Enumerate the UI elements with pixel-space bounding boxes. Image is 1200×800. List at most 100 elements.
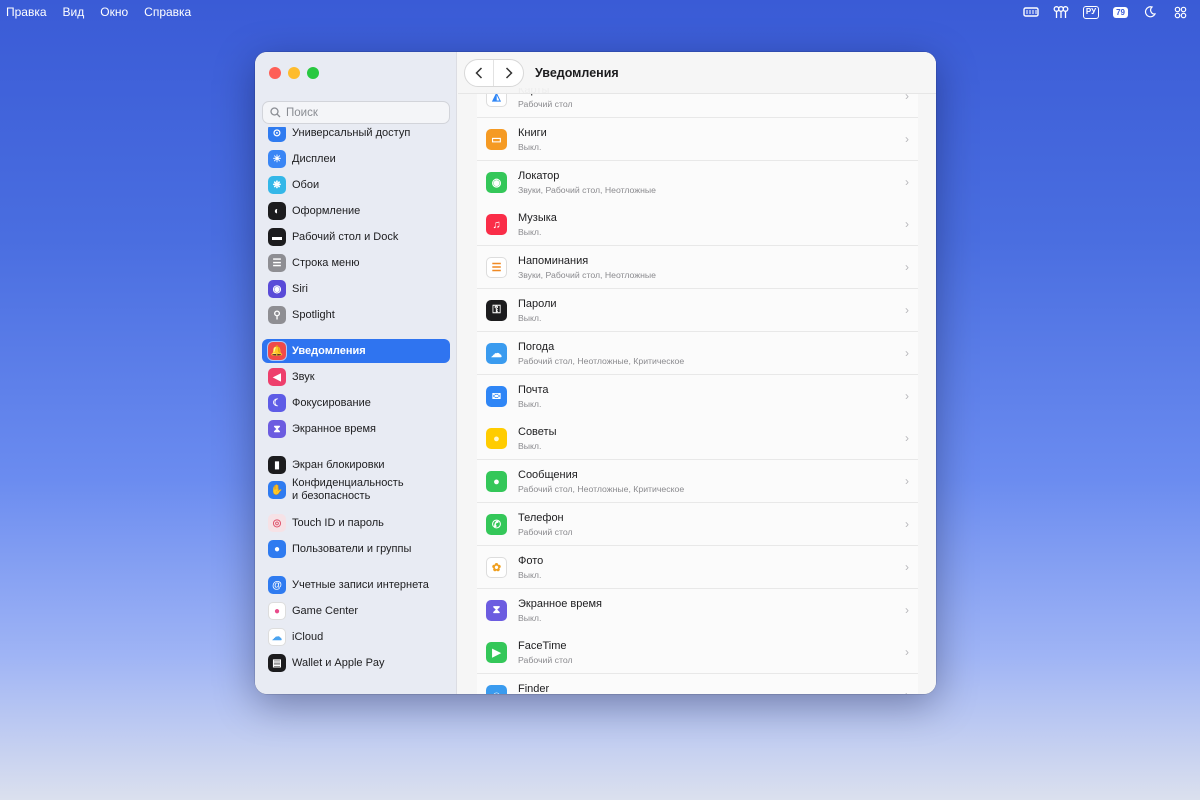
toolbar: Уведомления	[458, 52, 936, 94]
app-row[interactable]: ⧗ Экранное время Выкл. ›	[477, 588, 918, 632]
chevron-right-icon: ›	[905, 217, 909, 232]
chevron-right-icon: ›	[905, 474, 909, 489]
sidebar-search[interactable]	[262, 101, 450, 124]
hourglass-icon: ⧗	[268, 420, 286, 438]
sidebar-item-6[interactable]: ◉ Siri	[262, 277, 450, 301]
sidebar-item-label: Spotlight	[292, 309, 335, 321]
music-icon: ♫	[486, 214, 507, 236]
sidebar-item-label: Wallet и Apple Pay	[292, 657, 385, 669]
moon-icon: ☾	[268, 394, 286, 412]
app-notification-summary: Выкл.	[518, 441, 542, 452]
sidebar-item-7[interactable]: ⚲ Spotlight	[262, 303, 450, 327]
search-input[interactable]	[286, 106, 436, 119]
tips-icon: ●	[486, 428, 507, 450]
menu-window[interactable]: Окно	[100, 5, 128, 19]
control-center-icon[interactable]	[1172, 5, 1188, 19]
sidebar-item-16[interactable]: @ Учетные записи интернета	[262, 573, 450, 597]
app-name: Локатор	[518, 169, 560, 182]
chevron-right-icon: ›	[905, 388, 909, 403]
app-name: Сообщения	[518, 469, 578, 482]
app-name: Фото	[518, 554, 544, 567]
app-row[interactable]: ☺ Finder ›	[477, 674, 918, 694]
chevron-right-icon: ›	[905, 602, 909, 617]
messages-icon: ●	[486, 471, 507, 493]
sidebar-item-11[interactable]: ⧗ Экранное время	[262, 417, 450, 441]
app-name: Советы	[518, 426, 557, 439]
app-notification-summary: Выкл.	[518, 612, 542, 623]
input-language[interactable]: РУ	[1082, 5, 1100, 19]
sidebar-item-15[interactable]: ● Пользователи и группы	[262, 537, 450, 561]
forward-button[interactable]	[494, 60, 523, 86]
sidebar: ⊙ Универсальный доступ ☀ Дисплеи ❋ Обои ◐ Оформ…	[255, 52, 457, 694]
sidebar-item-14[interactable]: ◎ Touch ID и пароль	[262, 511, 450, 535]
sidebar-item-2[interactable]: ❋ Обои	[262, 173, 450, 197]
app-row[interactable]: ▶ FaceTime Рабочий стол ›	[477, 631, 918, 675]
sidebar-item-label: Строка меню	[292, 257, 360, 269]
battery-indicator[interactable]: 79	[1113, 6, 1128, 18]
focus-moon-icon[interactable]	[1142, 5, 1158, 19]
sidebar-item-label: Уведомления	[292, 345, 366, 357]
back-button[interactable]	[465, 59, 494, 86]
app-row[interactable]: ● Сообщения Рабочий стол, Неотложные, Крит…	[477, 460, 918, 504]
passwords-menu-icon[interactable]	[1053, 5, 1069, 19]
minimize-button[interactable]	[288, 67, 300, 79]
sidebar-item-19[interactable]: ▤ Wallet и Apple Pay	[262, 651, 450, 675]
chevron-right-icon: ›	[905, 174, 909, 189]
close-button[interactable]	[269, 67, 281, 79]
chevron-right-icon: ›	[905, 345, 909, 360]
sidebar-item-label: Дисплеи	[292, 153, 336, 165]
app-row[interactable]: ⚿ Пароли Выкл. ›	[477, 289, 918, 332]
wallpaper-icon: ❋	[268, 176, 286, 194]
wallet-icon: ▤	[268, 654, 286, 672]
chevron-right-icon	[505, 66, 513, 79]
sidebar-item-9[interactable]: ◀ Звук	[262, 365, 450, 389]
icloud-icon: ☁	[268, 628, 286, 646]
zoom-button[interactable]	[307, 67, 319, 79]
app-row[interactable]: ♫ Музыка Выкл. ›	[477, 203, 918, 247]
app-row[interactable]: ● Советы Выкл. ›	[477, 417, 918, 461]
chevron-right-icon: ›	[905, 645, 909, 660]
app-row[interactable]: ☁ Погода Рабочий стол, Неотложные, Критиче…	[477, 331, 918, 375]
menu-help[interactable]: Справка	[144, 5, 191, 19]
system-settings-window: ⊙ Универсальный доступ ☀ Дисплеи ❋ Обои ◐ Оформ…	[255, 52, 936, 694]
sidebar-item-12[interactable]: ▮ Экран блокировки	[262, 453, 450, 477]
app-notification-summary: Выкл.	[518, 569, 542, 580]
chevron-right-icon: ›	[905, 688, 909, 694]
gamecenter-icon: ●	[268, 602, 286, 620]
sidebar-item-3[interactable]: ◐ Оформление	[262, 199, 450, 223]
chevron-right-icon: ›	[905, 559, 909, 574]
sidebar-item-1[interactable]: ☀ Дисплеи	[262, 147, 450, 171]
sidebar-item-13[interactable]: ✋ Конфиденциальность и безопасность	[262, 475, 450, 505]
sidebar-item-5[interactable]: ☰ Строка меню	[262, 251, 450, 275]
app-row[interactable]: ◉ Локатор Звуки, Рабочий стол, Неотложные ›	[477, 160, 918, 204]
chevron-left-icon	[475, 66, 483, 79]
menu-edit[interactable]: Правка	[6, 5, 47, 19]
app-name: Телефон	[518, 512, 564, 524]
sidebar-item-17[interactable]: ● Game Center	[262, 599, 450, 623]
app-row[interactable]: ✆ Телефон Рабочий стол ›	[477, 503, 918, 546]
window-controls	[269, 67, 319, 79]
app-row[interactable]: ✉ Почта Выкл. ›	[477, 374, 918, 418]
sidebar-item-label: Фокусирование	[292, 397, 371, 409]
sidebar-item-4[interactable]: ▬ Рабочий стол и Dock	[262, 225, 450, 249]
storage-icon[interactable]	[1023, 5, 1039, 19]
accessibility-icon: ⊙	[268, 127, 286, 142]
sidebar-item-0[interactable]: ⊙ Универсальный доступ	[262, 127, 450, 145]
sidebar-item-8[interactable]: 🔔 Уведомления	[262, 339, 450, 363]
menu-view[interactable]: Вид	[63, 5, 85, 19]
app-notification-summary: Выкл.	[518, 313, 542, 323]
spotlight-icon: ⚲	[268, 306, 286, 324]
app-row[interactable]: ✿ Фото Выкл. ›	[477, 545, 918, 589]
app-name: Погода	[518, 340, 555, 353]
app-row[interactable]: ▭ Книги Выкл. ›	[477, 117, 918, 161]
app-notification-summary: Рабочий стол	[518, 655, 573, 666]
app-row[interactable]: ☰ Напоминания Звуки, Рабочий стол, Неотлож…	[477, 246, 918, 290]
sidebar-item-label: Пользователи и группы	[292, 543, 412, 555]
main-pane: Уведомления ◭КартыРабочий стол›▭КнигиВык…	[458, 52, 936, 694]
sidebar-item-18[interactable]: ☁ iCloud	[262, 625, 450, 649]
app-notification-summary: Рабочий стол	[518, 99, 573, 109]
sidebar-item-10[interactable]: ☾ Фокусирование	[262, 391, 450, 415]
sidebar-item-label: Экран блокировки	[292, 459, 385, 471]
menubar-icon: ☰	[268, 254, 286, 272]
lock-icon: ▮	[268, 456, 286, 474]
